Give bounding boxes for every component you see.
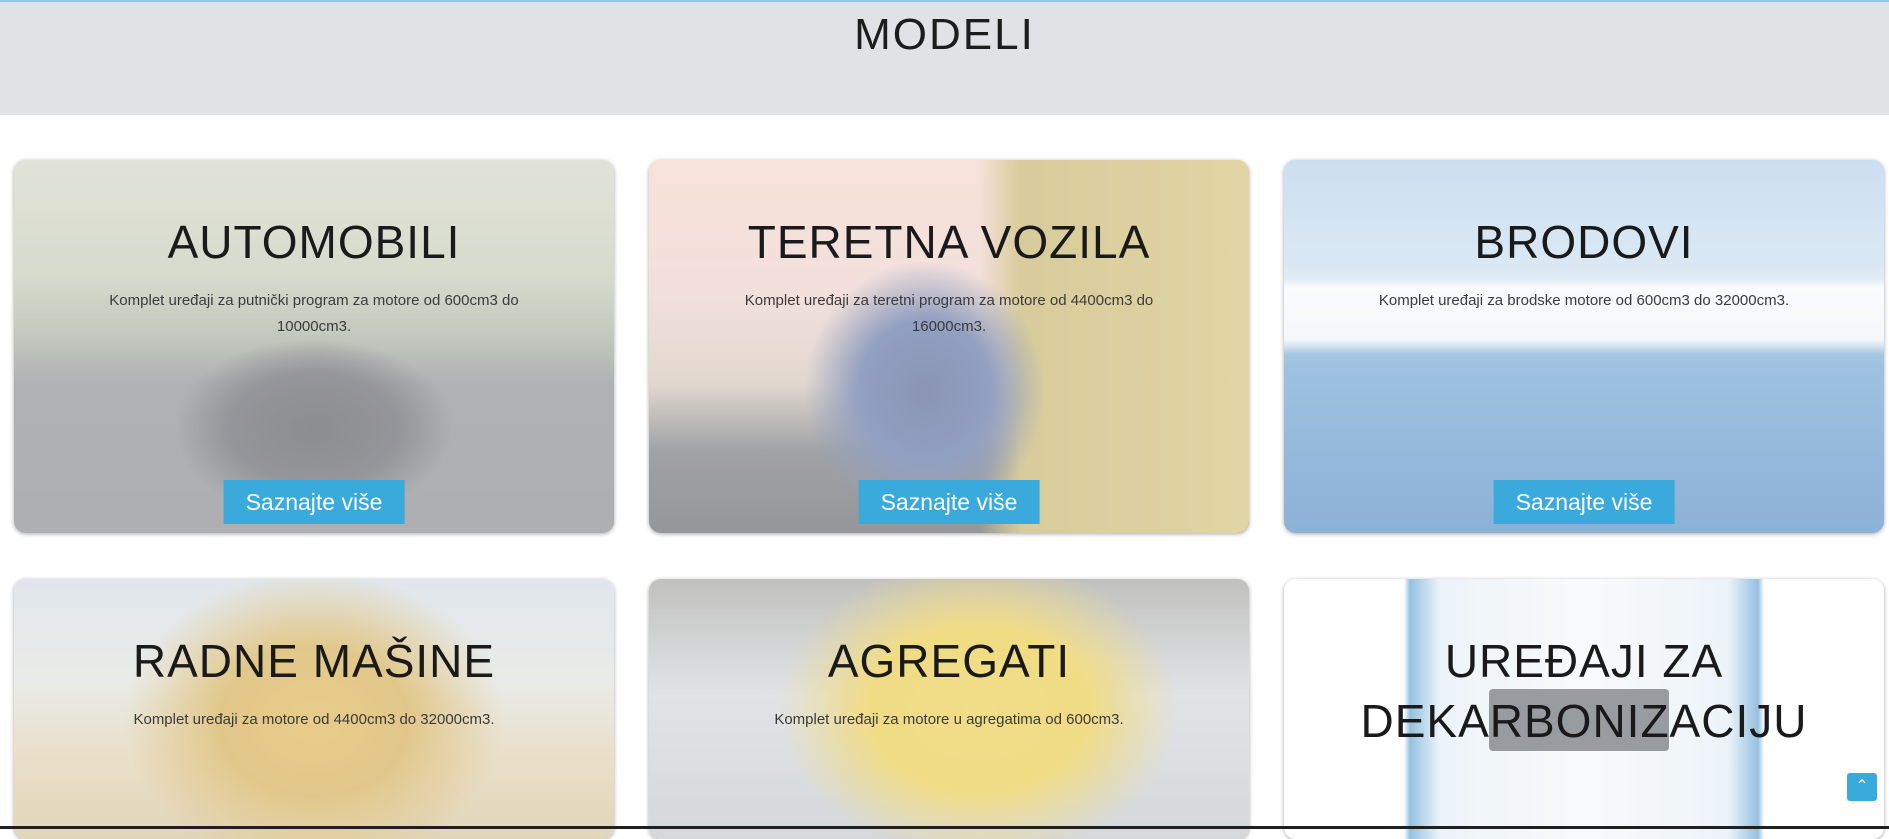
card-description: Komplet uređaji za motore u agregatima o… xyxy=(719,707,1179,733)
model-card-teretna-vozila[interactable]: TERETNA VOZILA Komplet uređaji za teretn… xyxy=(649,160,1249,533)
chevron-up-icon: ⌃ xyxy=(1855,778,1868,795)
model-card-agregati[interactable]: AGREGATI Komplet uređaji za motore u agr… xyxy=(649,579,1249,839)
card-description: Komplet uređaji za brodske motore od 600… xyxy=(1354,288,1814,314)
card-title: UREĐAJI ZA DEKARBONIZACIJU xyxy=(1304,631,1864,751)
card-title: RADNE MAŠINE xyxy=(34,631,594,691)
learn-more-button[interactable]: Saznajte više xyxy=(224,480,405,524)
model-card-brodovi[interactable]: BRODOVI Komplet uređaji za brodske motor… xyxy=(1284,160,1884,533)
learn-more-button[interactable]: Saznajte više xyxy=(1494,480,1675,524)
learn-more-button[interactable]: Saznajte više xyxy=(859,480,1040,524)
model-card-uredaji-za-dekarbonizaciju[interactable]: UREĐAJI ZA DEKARBONIZACIJU xyxy=(1284,579,1884,839)
card-title: AUTOMOBILI xyxy=(34,212,594,272)
models-grid: AUTOMOBILI Komplet uređaji za putnički p… xyxy=(0,0,1889,829)
card-description: Komplet uređaji za teretni program za mo… xyxy=(719,288,1179,340)
model-card-automobili[interactable]: AUTOMOBILI Komplet uređaji za putnički p… xyxy=(14,160,614,533)
back-to-top-button[interactable]: ⌃ xyxy=(1847,773,1877,801)
card-title: AGREGATI xyxy=(669,631,1229,691)
card-description: Komplet uređaji za motore od 4400cm3 do … xyxy=(84,707,544,733)
card-title: TERETNA VOZILA xyxy=(669,212,1229,272)
card-description: Komplet uređaji za putnički program za m… xyxy=(84,288,544,340)
model-card-radne-masine[interactable]: RADNE MAŠINE Komplet uređaji za motore o… xyxy=(14,579,614,839)
card-title: BRODOVI xyxy=(1304,212,1864,272)
